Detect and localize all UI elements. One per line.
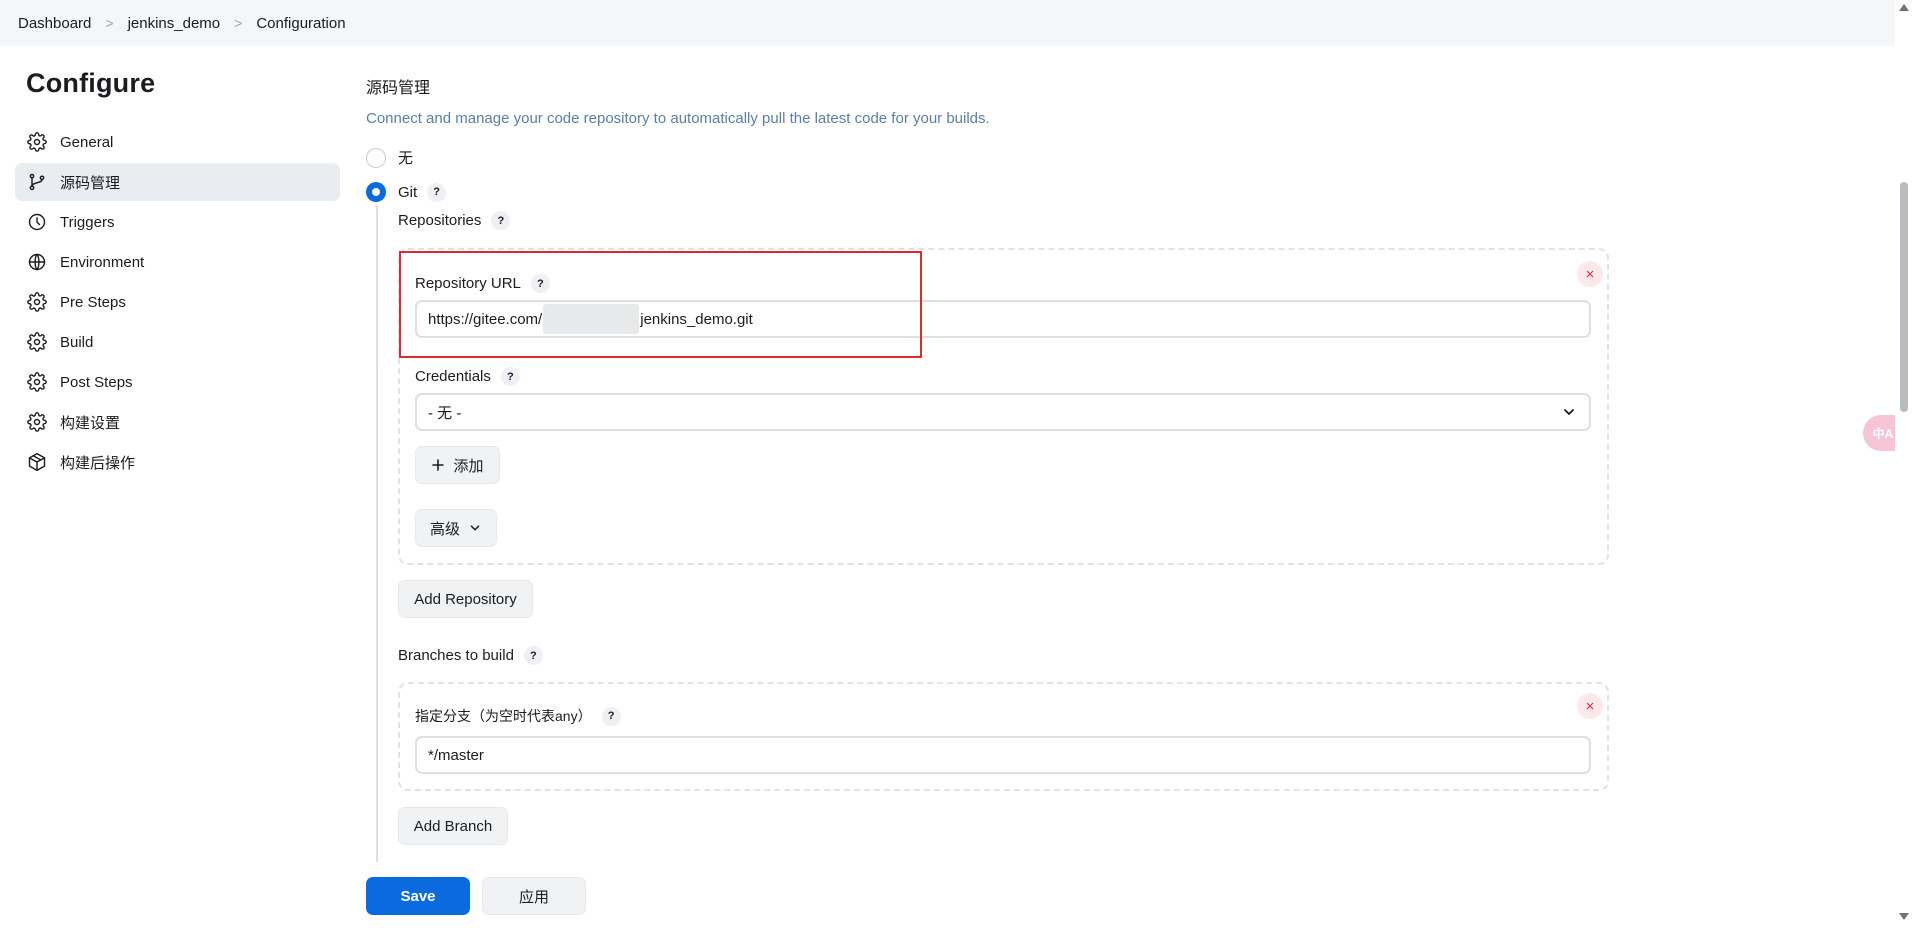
add-credentials-button[interactable]: 添加 <box>415 446 500 484</box>
sidebar-item-build-settings[interactable]: 构建设置 <box>15 403 340 441</box>
gear-icon <box>27 372 47 392</box>
gear-icon <box>27 332 47 352</box>
breadcrumb-separator: > <box>105 15 114 31</box>
radio-option-git[interactable]: Git ? <box>366 182 447 202</box>
radio-option-none[interactable]: 无 <box>366 147 413 168</box>
sidebar-item-label: 源码管理 <box>60 174 121 192</box>
apply-button[interactable]: 应用 <box>482 877 586 915</box>
page-title: Configure <box>26 68 156 98</box>
help-icon[interactable]: ? <box>491 211 511 230</box>
branches-label-row: Branches to build ? <box>398 646 543 665</box>
chevron-down-icon <box>468 521 482 535</box>
advanced-button[interactable]: 高级 <box>415 509 497 547</box>
credentials-select[interactable]: - 无 - <box>415 393 1591 431</box>
globe-icon <box>27 252 47 272</box>
scrollbar-thumb[interactable] <box>1900 182 1908 412</box>
add-credentials-label: 添加 <box>453 457 484 475</box>
git-branch-icon <box>27 172 47 192</box>
help-icon[interactable]: ? <box>530 274 550 293</box>
breadcrumb-dashboard[interactable]: Dashboard <box>18 15 91 32</box>
breadcrumb-job[interactable]: jenkins_demo <box>128 15 221 32</box>
sidebar-item-label: Triggers <box>60 213 115 231</box>
sidebar-item-general[interactable]: General <box>15 123 340 161</box>
branch-specifier-label: 指定分支（为空时代表any） <box>415 708 592 724</box>
repo-url-label: Repository URL <box>415 275 521 292</box>
advanced-label: 高级 <box>429 520 460 538</box>
breadcrumb-separator: > <box>234 15 243 31</box>
remove-branch-button[interactable]: × <box>1577 693 1603 719</box>
chevron-down-icon <box>1561 404 1577 424</box>
plus-icon <box>431 458 445 472</box>
add-branch-label: Add Branch <box>413 817 493 835</box>
redacted-blur <box>543 304 640 334</box>
scroll-down-arrow-icon[interactable] <box>1899 913 1909 920</box>
sidebar-item-label: Build <box>60 333 94 351</box>
help-icon[interactable]: ? <box>500 367 520 386</box>
clock-icon <box>27 212 47 232</box>
branch-block: × 指定分支（为空时代表any） ? */master <box>398 682 1609 791</box>
repository-block: × Repository URL ? https://gitee.com/ je… <box>398 248 1609 565</box>
branch-specifier-value: */master <box>428 746 484 764</box>
scroll-up-arrow-icon[interactable] <box>1899 4 1909 11</box>
repo-url-prefix: https://gitee.com/ <box>428 310 543 328</box>
scrollbar[interactable] <box>1895 0 1912 928</box>
main-content: 源码管理 Connect and manage your code reposi… <box>366 0 1626 928</box>
repo-url-suffix: jenkins_demo.git <box>640 310 753 328</box>
sidebar-item-post-build[interactable]: 构建后操作 <box>15 443 340 481</box>
sidebar-item-environment[interactable]: Environment <box>15 243 340 281</box>
cube-icon <box>27 452 47 472</box>
credentials-value: - 无 - <box>428 404 462 422</box>
add-repository-label: Add Repository <box>414 590 517 608</box>
gear-icon <box>27 292 47 312</box>
sidebar-item-label: Environment <box>60 253 145 271</box>
sidebar-item-label: Pre Steps <box>60 293 126 311</box>
sidebar-item-label: Post Steps <box>60 373 133 391</box>
help-icon[interactable]: ? <box>523 646 543 665</box>
credentials-label-row: Credentials ? <box>415 367 520 386</box>
remove-repository-button[interactable]: × <box>1577 261 1603 287</box>
gear-icon <box>27 412 47 432</box>
sidebar-item-label: 构建设置 <box>60 414 121 432</box>
add-branch-button[interactable]: Add Branch <box>398 807 508 845</box>
section-description: Connect and manage your code repository … <box>366 110 990 127</box>
repositories-label: Repositories <box>398 212 482 229</box>
radio-none-label: 无 <box>398 150 414 167</box>
sidebar-item-post-steps[interactable]: Post Steps <box>15 363 340 401</box>
help-icon[interactable]: ? <box>601 706 621 726</box>
sidebar-item-build[interactable]: Build <box>15 323 340 361</box>
section-title: 源码管理 <box>366 80 431 97</box>
repo-url-input[interactable]: https://gitee.com/ jenkins_demo.git <box>415 300 1591 338</box>
repositories-label-row: Repositories ? <box>398 211 511 230</box>
sidebar: Configure General 源码管理 Triggers Environm… <box>15 68 340 483</box>
branches-label: Branches to build <box>398 647 514 664</box>
sidebar-item-scm[interactable]: 源码管理 <box>15 163 340 201</box>
sidebar-item-label: General <box>60 133 114 151</box>
radio-git[interactable] <box>366 182 386 202</box>
branch-specifier-input[interactable]: */master <box>415 736 1591 774</box>
save-button[interactable]: Save <box>366 877 470 915</box>
gear-icon <box>27 132 47 152</box>
repo-url-label-row: Repository URL ? <box>415 274 550 293</box>
section-indent-line <box>376 206 378 886</box>
add-repository-button[interactable]: Add Repository <box>398 580 533 618</box>
help-icon[interactable]: ? <box>427 182 447 202</box>
sidebar-item-pre-steps[interactable]: Pre Steps <box>15 283 340 321</box>
radio-git-label: Git <box>398 183 418 201</box>
branch-specifier-label-row: 指定分支（为空时代表any） ? <box>415 706 621 726</box>
radio-none[interactable] <box>366 147 386 168</box>
sidebar-item-label: 构建后操作 <box>60 454 136 472</box>
bottom-action-bar: Save 应用 <box>352 862 1628 928</box>
sidebar-item-triggers[interactable]: Triggers <box>15 203 340 241</box>
credentials-label: Credentials <box>415 368 491 385</box>
breadcrumb-configuration[interactable]: Configuration <box>256 15 345 32</box>
